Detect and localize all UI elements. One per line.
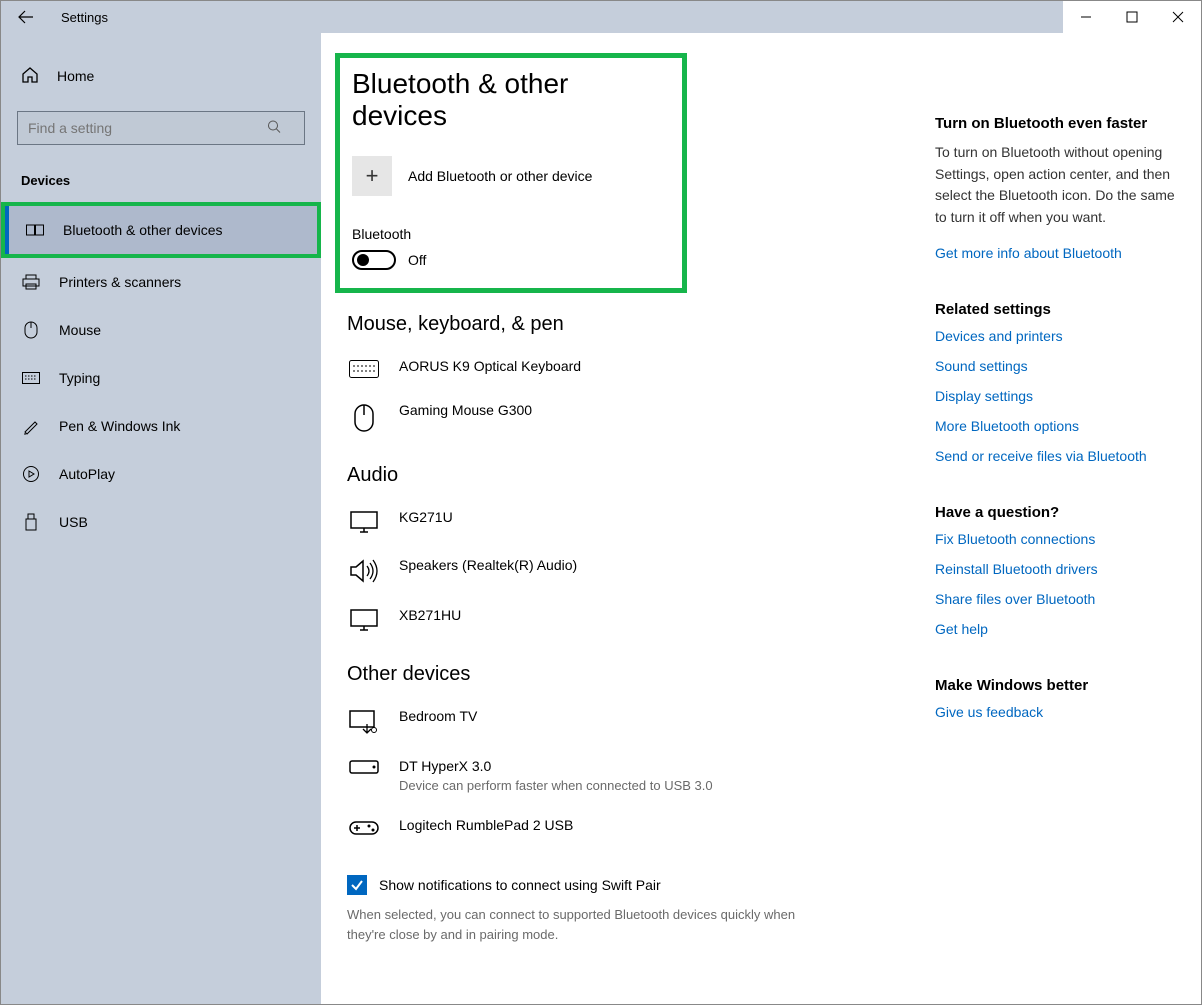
related-heading: Related settings xyxy=(935,301,1175,318)
minimize-button[interactable] xyxy=(1063,1,1109,33)
home-nav[interactable]: Home xyxy=(1,53,321,99)
titlebar: Settings xyxy=(1,1,1201,33)
search-input[interactable] xyxy=(17,111,305,145)
related-link[interactable]: Display settings xyxy=(935,388,1175,404)
bluetooth-toggle[interactable] xyxy=(352,250,396,270)
device-name: KG271U xyxy=(399,509,453,525)
monitor-icon xyxy=(347,509,381,533)
add-device-label: Add Bluetooth or other device xyxy=(408,168,592,184)
minimize-icon xyxy=(1080,11,1092,23)
sidebar-item-typing[interactable]: Typing xyxy=(1,354,321,402)
monitor-icon xyxy=(347,607,381,631)
device-name: XB271HU xyxy=(399,607,461,623)
device-row[interactable]: Gaming Mouse G300 xyxy=(347,390,917,444)
device-name: Logitech RumblePad 2 USB xyxy=(399,817,573,833)
device-row[interactable]: DT HyperX 3.0 Device can perform faster … xyxy=(347,746,917,805)
autoplay-icon xyxy=(21,465,41,483)
sidebar-item-bluetooth[interactable]: Bluetooth & other devices xyxy=(5,206,317,254)
pen-icon xyxy=(21,417,41,435)
sidebar: Home Devices Bluetooth & other devices xyxy=(1,33,321,1004)
close-button[interactable] xyxy=(1155,1,1201,33)
right-column: Turn on Bluetooth even faster To turn on… xyxy=(917,61,1175,984)
device-row[interactable]: Bedroom TV xyxy=(347,696,917,746)
bluetooth-state: Off xyxy=(408,252,426,268)
device-name: Bedroom TV xyxy=(399,708,477,724)
keyboard-icon xyxy=(347,358,381,378)
sidebar-item-mouse[interactable]: Mouse xyxy=(1,306,321,354)
checkmark-icon xyxy=(350,878,364,892)
search-icon xyxy=(267,120,281,137)
question-link[interactable]: Get help xyxy=(935,621,1175,637)
better-heading: Make Windows better xyxy=(935,677,1175,694)
keyboard-icon xyxy=(21,372,41,384)
question-link[interactable]: Share files over Bluetooth xyxy=(935,591,1175,607)
maximize-icon xyxy=(1126,11,1138,23)
device-name: Gaming Mouse G300 xyxy=(399,402,532,418)
question-link[interactable]: Fix Bluetooth connections xyxy=(935,531,1175,547)
sidebar-item-label: Printers & scanners xyxy=(59,274,181,290)
swift-pair-label: Show notifications to connect using Swif… xyxy=(379,877,661,893)
question-link[interactable]: Reinstall Bluetooth drivers xyxy=(935,561,1175,577)
close-icon xyxy=(1172,11,1184,23)
main-content: Bluetooth & other devices + Add Bluetoot… xyxy=(347,61,917,984)
home-icon xyxy=(21,66,39,87)
window-title: Settings xyxy=(51,10,108,25)
device-name: AORUS K9 Optical Keyboard xyxy=(399,358,581,374)
tip-body: To turn on Bluetooth without opening Set… xyxy=(935,142,1175,229)
device-row[interactable]: XB271HU xyxy=(347,595,917,643)
question-heading: Have a question? xyxy=(935,504,1175,521)
related-link[interactable]: Sound settings xyxy=(935,358,1175,374)
sidebar-item-label: Typing xyxy=(59,370,100,386)
device-row[interactable]: Speakers (Realtek(R) Audio) xyxy=(347,545,917,595)
plus-icon: + xyxy=(352,156,392,196)
sidebar-item-pen[interactable]: Pen & Windows Ink xyxy=(1,402,321,450)
device-row[interactable]: Logitech RumblePad 2 USB xyxy=(347,805,917,849)
maximize-button[interactable] xyxy=(1109,1,1155,33)
section-mouse-kb: Mouse, keyboard, & pen xyxy=(347,313,917,336)
related-link[interactable]: More Bluetooth options xyxy=(935,418,1175,434)
usb-icon xyxy=(21,513,41,531)
back-arrow-icon xyxy=(18,9,34,25)
device-name: Speakers (Realtek(R) Audio) xyxy=(399,557,577,573)
bluetooth-label: Bluetooth xyxy=(352,226,670,242)
sidebar-item-printers[interactable]: Printers & scanners xyxy=(1,258,321,306)
related-link[interactable]: Devices and printers xyxy=(935,328,1175,344)
device-subtext: Device can perform faster when connected… xyxy=(399,778,713,793)
add-device-button[interactable]: + Add Bluetooth or other device xyxy=(352,156,670,196)
speaker-icon xyxy=(347,557,381,583)
swift-pair-checkbox[interactable] xyxy=(347,875,367,895)
sidebar-item-label: Bluetooth & other devices xyxy=(63,222,223,238)
drive-icon xyxy=(347,758,381,774)
bluetooth-devices-icon xyxy=(25,223,45,237)
sidebar-item-label: Mouse xyxy=(59,322,101,338)
gamepad-icon xyxy=(347,817,381,837)
printer-icon xyxy=(21,274,41,290)
media-device-icon xyxy=(347,708,381,734)
sidebar-section-label: Devices xyxy=(1,153,321,202)
device-row[interactable]: KG271U xyxy=(347,497,917,545)
home-label: Home xyxy=(57,68,94,84)
sidebar-item-autoplay[interactable]: AutoPlay xyxy=(1,450,321,498)
sidebar-item-label: USB xyxy=(59,514,88,530)
feedback-link[interactable]: Give us feedback xyxy=(935,704,1175,720)
section-other: Other devices xyxy=(347,663,917,686)
tip-heading: Turn on Bluetooth even faster xyxy=(935,115,1175,132)
section-audio: Audio xyxy=(347,464,917,487)
sidebar-item-usb[interactable]: USB xyxy=(1,498,321,546)
page-title: Bluetooth & other devices xyxy=(352,68,670,132)
back-button[interactable] xyxy=(1,1,51,33)
device-name: DT HyperX 3.0 xyxy=(399,758,713,774)
swift-pair-desc: When selected, you can connect to suppor… xyxy=(347,905,807,944)
device-row[interactable]: AORUS K9 Optical Keyboard xyxy=(347,346,917,390)
mouse-icon xyxy=(347,402,381,432)
tip-link[interactable]: Get more info about Bluetooth xyxy=(935,245,1175,261)
mouse-icon xyxy=(21,321,41,339)
sidebar-item-label: AutoPlay xyxy=(59,466,115,482)
related-link[interactable]: Send or receive files via Bluetooth xyxy=(935,448,1175,464)
sidebar-item-label: Pen & Windows Ink xyxy=(59,418,180,434)
